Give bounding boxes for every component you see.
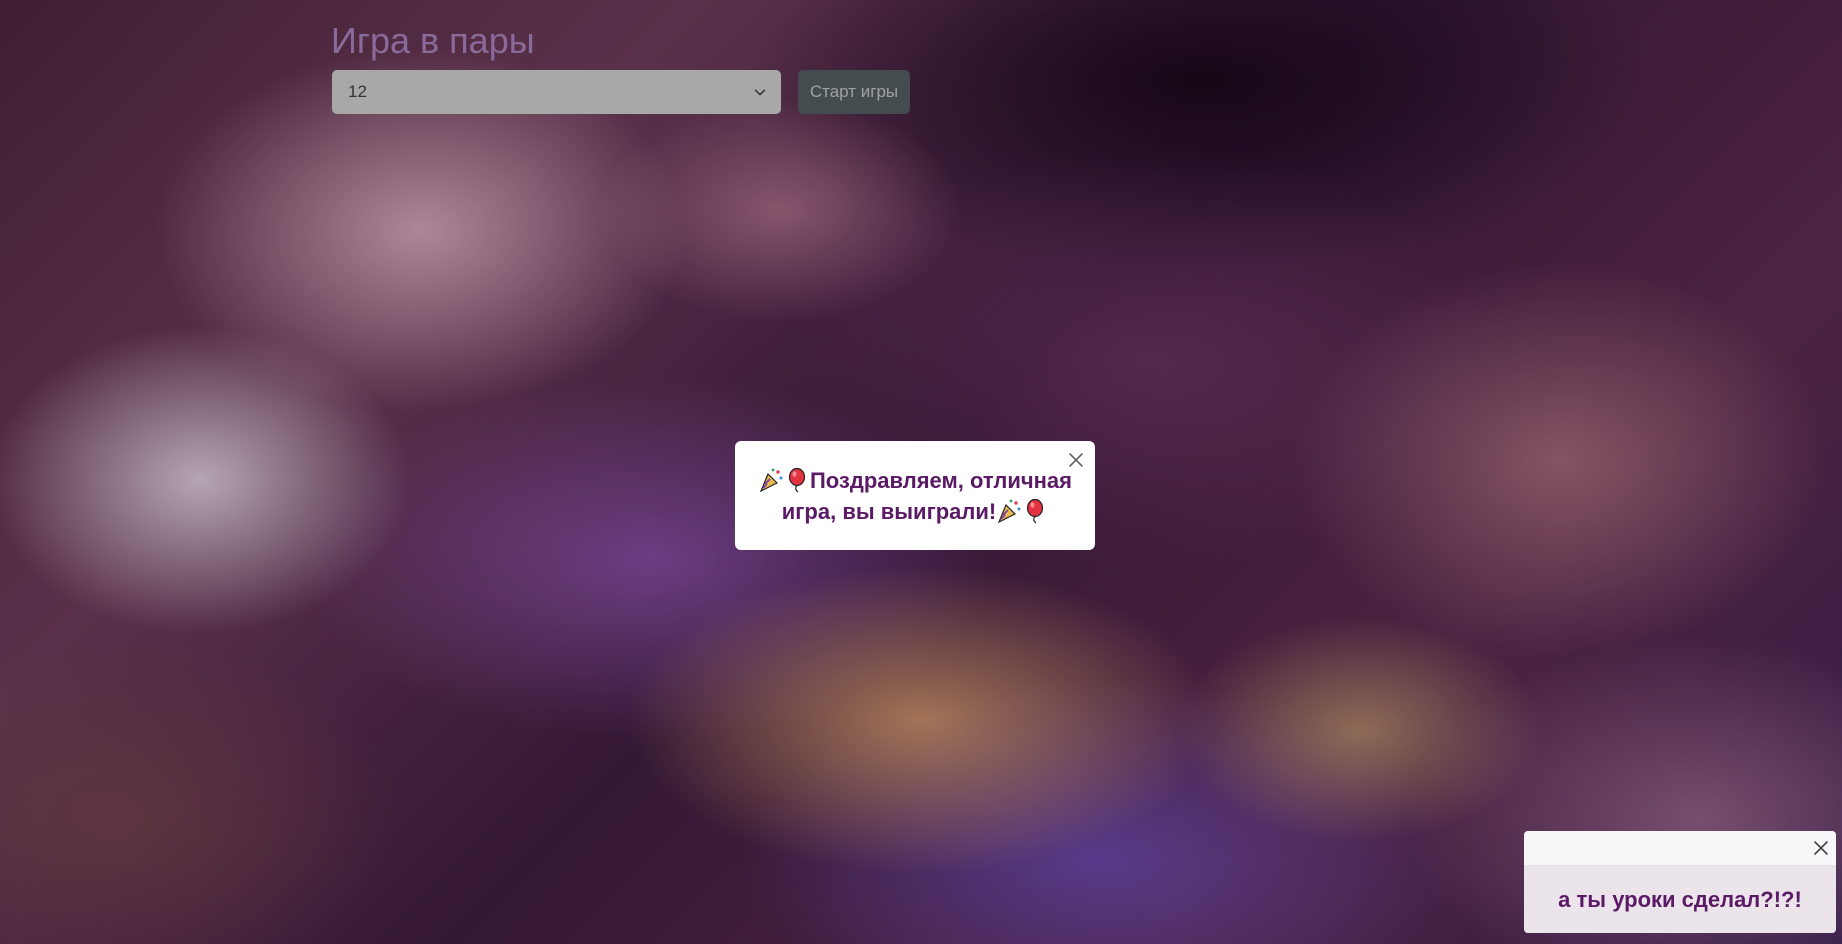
balloon-icon bbox=[788, 467, 806, 493]
chevron-down-icon bbox=[754, 89, 766, 96]
close-icon[interactable] bbox=[1812, 839, 1830, 857]
win-message: Поздравляем, отличная игра, вы выиграли! bbox=[753, 465, 1077, 527]
page-title: Игра в пары bbox=[331, 20, 535, 61]
party-popper-icon bbox=[998, 499, 1021, 524]
pairs-count-select[interactable]: 12 bbox=[332, 70, 781, 114]
close-icon[interactable] bbox=[1067, 451, 1085, 469]
toast-notification: а ты уроки сделал?!?! bbox=[1524, 831, 1836, 933]
win-modal: Поздравляем, отличная игра, вы выиграли! bbox=[735, 441, 1095, 550]
balloon-icon bbox=[1027, 498, 1044, 524]
start-game-button[interactable]: Старт игры bbox=[798, 70, 910, 114]
toast-header bbox=[1524, 831, 1836, 866]
pairs-count-value: 12 bbox=[348, 82, 367, 101]
toast-message: а ты уроки сделал?!?! bbox=[1524, 866, 1836, 933]
party-popper-icon bbox=[759, 468, 783, 493]
